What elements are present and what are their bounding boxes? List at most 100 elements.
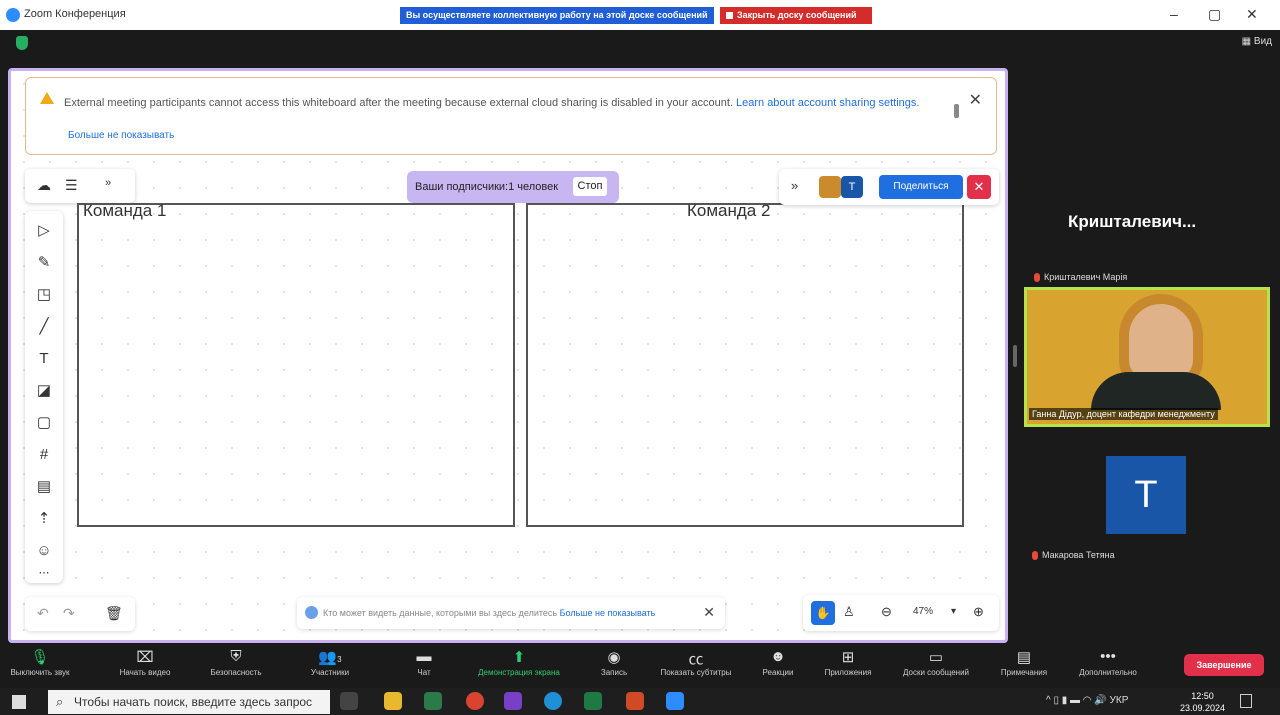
- search-placeholder: Чтобы начать поиск, введите здесь запрос: [74, 695, 313, 709]
- frame-tool-icon[interactable]: #: [25, 441, 63, 469]
- participant-tile-avatar[interactable]: T Макарова Тетяна: [1026, 442, 1270, 566]
- powerpoint-icon[interactable]: [626, 692, 644, 710]
- participants-button[interactable]: 👥3 Участники: [300, 648, 360, 677]
- search-icon: ⌕: [56, 694, 64, 709]
- drawing-tools-toolbar: ▷ ✎ ◳ ╱ T ◪ ▢ # ▤ ⇡ ☺ ⋯: [25, 211, 63, 583]
- collapse-chevron-icon[interactable]: »: [105, 177, 111, 189]
- task-view-icon[interactable]: [340, 692, 358, 710]
- chat-button[interactable]: ▬ Чат: [404, 648, 444, 677]
- mute-button[interactable]: 🎙 Выключить звук: [10, 648, 70, 677]
- undo-icon[interactable]: ↶: [37, 605, 49, 622]
- chrome-icon[interactable]: [466, 692, 484, 710]
- share-controls: » T Поделиться ✕: [779, 169, 999, 205]
- subscribers-chip: Ваши подписчики:1 человек Стоп: [407, 171, 619, 203]
- system-tray[interactable]: ^ ▯ ▮ ▬ ◠ 🔊 УКР: [1046, 695, 1128, 706]
- clock[interactable]: 12:50 23.09.2024: [1180, 690, 1225, 714]
- participants-count: 3: [337, 655, 342, 664]
- file-explorer-icon[interactable]: [384, 692, 402, 710]
- close-privacy-icon[interactable]: ✕: [703, 604, 715, 621]
- speaker-subname-text: Кришталевич Марія: [1044, 272, 1128, 282]
- title-bar: Zoom Конференция Вы осуществляете коллек…: [0, 0, 1280, 30]
- frame-team-1[interactable]: [77, 203, 515, 527]
- windows-taskbar: ⌕ Чтобы начать поиск, введите здесь запр…: [0, 688, 1280, 715]
- sticky-note-icon[interactable]: ◪: [25, 377, 63, 405]
- hand-tool-icon[interactable]: ✋: [811, 601, 835, 625]
- share-screen-button[interactable]: ⬆ Демонстрация экрана: [464, 648, 574, 677]
- minimize-icon[interactable]: –: [1170, 6, 1178, 22]
- frame-2-title[interactable]: Команда 2: [687, 201, 770, 221]
- notes-icon: ▤: [1016, 649, 1032, 666]
- language-indicator[interactable]: УКР: [1110, 695, 1129, 706]
- frame-team-2[interactable]: [526, 203, 964, 527]
- notes-button[interactable]: ▤ Примечания: [994, 648, 1054, 677]
- comment-icon[interactable]: ▢: [25, 409, 63, 437]
- security-shield-icon[interactable]: [16, 36, 28, 50]
- dont-show-again-link[interactable]: Больше не показывать: [68, 130, 174, 141]
- start-video-button[interactable]: ⌧ Начать видео: [110, 648, 180, 677]
- end-meeting-button[interactable]: Завершение: [1184, 654, 1264, 676]
- frame-1-title[interactable]: Команда 1: [83, 201, 166, 221]
- stop-button[interactable]: Стоп: [573, 177, 607, 196]
- line-tool-icon[interactable]: ╱: [25, 313, 63, 341]
- record-button[interactable]: ◉ Запись: [594, 648, 634, 677]
- expand-chevron-icon[interactable]: »: [791, 178, 798, 193]
- close-window-icon[interactable]: ✕: [1246, 6, 1258, 23]
- security-button[interactable]: ⛨ Безопасность: [204, 648, 268, 677]
- whiteboard-canvas[interactable]: External meeting participants cannot acc…: [8, 68, 1008, 643]
- menu-icon[interactable]: ☰: [65, 177, 78, 194]
- template-icon[interactable]: ▤: [25, 473, 63, 501]
- zoom-taskbar-icon[interactable]: [666, 692, 684, 710]
- notice-text: External meeting participants cannot acc…: [64, 97, 733, 109]
- pen-tool-icon[interactable]: ✎: [25, 249, 63, 277]
- more-tools-icon[interactable]: ⋯: [25, 559, 63, 587]
- notifications-icon[interactable]: [1240, 694, 1252, 708]
- edge-icon[interactable]: [544, 692, 562, 710]
- whiteboards-button[interactable]: ▭ Доски сообщений: [888, 648, 984, 677]
- apps-label: Приложения: [824, 668, 872, 677]
- video-off-icon: ⌧: [136, 649, 154, 666]
- scroll-thumb[interactable]: [954, 104, 959, 118]
- apps-icon: ⊞: [841, 649, 855, 666]
- viber-icon[interactable]: [504, 692, 522, 710]
- close-board-button[interactable]: Закрыть доску сообщений: [720, 7, 872, 24]
- whiteboards-label: Доски сообщений: [902, 668, 969, 677]
- calculator-icon[interactable]: [424, 692, 442, 710]
- participant-tile-speaker[interactable]: Кришталевич... Кришталевич Марія: [1026, 148, 1270, 288]
- avatar-t[interactable]: T: [841, 176, 863, 198]
- apps-button[interactable]: ⊞ Приложения: [816, 648, 880, 677]
- participants-icon: 👥3: [318, 649, 342, 666]
- notice-link[interactable]: Learn about account sharing settings.: [736, 97, 919, 109]
- panel-splitter[interactable]: [1013, 345, 1017, 367]
- close-board-x-button[interactable]: ✕: [967, 175, 991, 199]
- view-button[interactable]: ▦ Вид: [1242, 36, 1272, 47]
- text-tool-icon[interactable]: T: [25, 345, 63, 373]
- privacy-link[interactable]: Больше не показывать: [560, 608, 656, 618]
- captions-button[interactable]: ㏄ Показать субтитры: [650, 648, 742, 677]
- upload-icon[interactable]: ⇡: [25, 505, 63, 533]
- avatar[interactable]: [819, 176, 841, 198]
- zoom-in-icon[interactable]: ⊕: [973, 604, 984, 620]
- zoom-out-icon[interactable]: ⊖: [881, 604, 892, 620]
- zoom-dropdown-icon[interactable]: ▾: [951, 606, 956, 617]
- maximize-icon[interactable]: ▢: [1208, 6, 1221, 23]
- windows-start-icon[interactable]: [12, 695, 26, 709]
- excel-icon[interactable]: [584, 692, 602, 710]
- close-notice-icon[interactable]: ✕: [969, 90, 982, 110]
- captions-icon: ㏄: [688, 651, 704, 668]
- share-button[interactable]: Поделиться: [879, 175, 963, 199]
- redo-icon[interactable]: ↷: [63, 605, 75, 622]
- user-follow-icon[interactable]: ♙: [843, 604, 855, 620]
- more-button[interactable]: ••• Дополнительно: [1068, 648, 1148, 677]
- trash-icon[interactable]: 🗑: [105, 605, 123, 622]
- notice-scrollbar[interactable]: [954, 94, 960, 132]
- participant-video-tile[interactable]: Ганна Дідур, доцент кафедри менеджменту: [1024, 287, 1270, 427]
- record-label: Запись: [600, 668, 628, 677]
- reactions-icon: ☻: [770, 648, 786, 665]
- record-icon: ◉: [607, 649, 621, 666]
- captions-label: Показать субтитры: [660, 668, 732, 677]
- cloud-icon[interactable]: ☁: [37, 177, 51, 194]
- shapes-tool-icon[interactable]: ◳: [25, 281, 63, 309]
- select-tool-icon[interactable]: ▷: [25, 217, 63, 245]
- taskbar-search-input[interactable]: ⌕ Чтобы начать поиск, введите здесь запр…: [48, 690, 330, 714]
- reactions-button[interactable]: ☻ Реакции: [756, 648, 800, 677]
